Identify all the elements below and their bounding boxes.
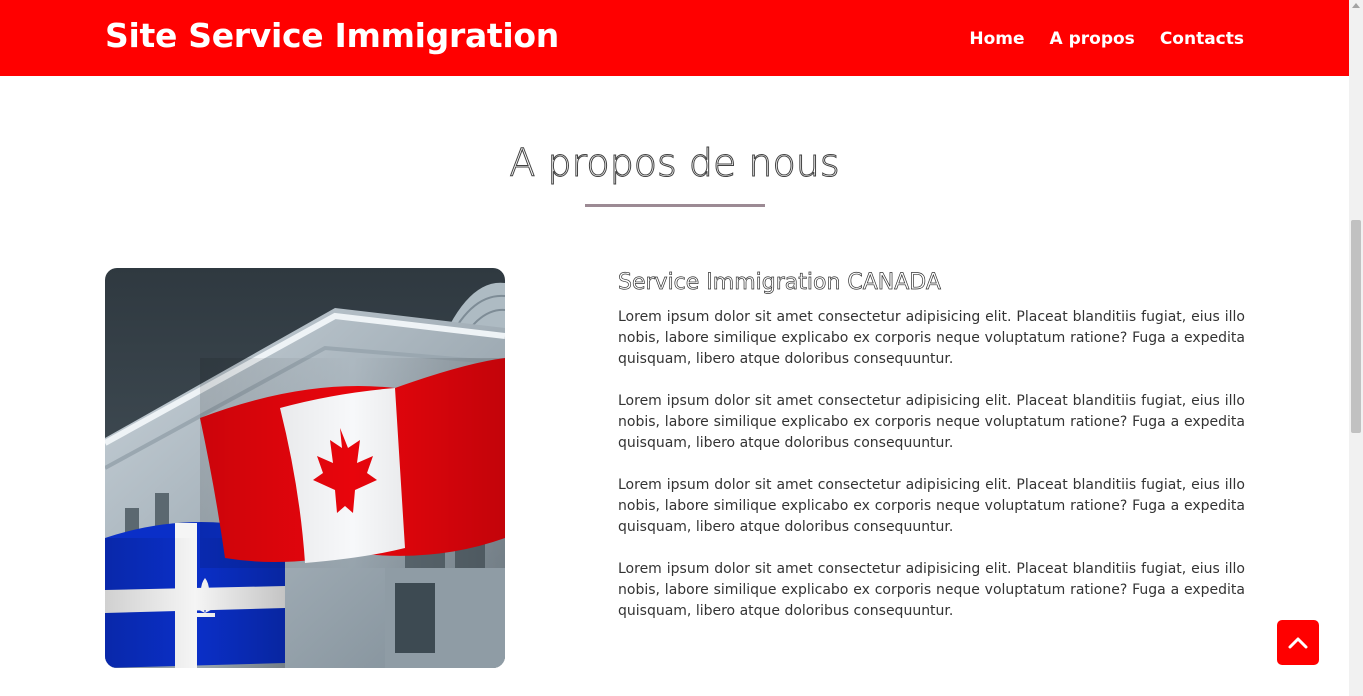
nav-a-propos-link[interactable]: A propos bbox=[1050, 29, 1135, 49]
section-title: A propos de nous bbox=[509, 141, 840, 186]
page-scrollbar[interactable] bbox=[1349, 0, 1363, 696]
about-paragraph-3: Lorem ipsum dolor sit amet consectetur a… bbox=[618, 477, 1245, 535]
main-nav: Home A propos Contacts bbox=[969, 29, 1244, 49]
site-brand-link[interactable]: Site Service Immigration bbox=[105, 16, 559, 55]
navbar: Site Service Immigration Home A propos C… bbox=[0, 0, 1349, 76]
nav-contacts-link[interactable]: Contacts bbox=[1160, 29, 1244, 49]
title-underline bbox=[585, 204, 765, 207]
scrollbar-thumb[interactable] bbox=[1351, 220, 1361, 433]
chevron-up-icon bbox=[1288, 637, 1308, 648]
back-to-top-button[interactable] bbox=[1277, 620, 1319, 665]
about-paragraph-1: Lorem ipsum dolor sit amet consectetur a… bbox=[618, 309, 1245, 367]
canada-quebec-flags-image bbox=[105, 268, 505, 668]
about-paragraph-2: Lorem ipsum dolor sit amet consectetur a… bbox=[618, 393, 1245, 451]
about-heading: Service Immigration CANADA bbox=[618, 270, 942, 296]
scroll-up-arrow-icon[interactable] bbox=[1352, 3, 1360, 8]
nav-home-link[interactable]: Home bbox=[969, 29, 1024, 49]
about-image bbox=[105, 268, 505, 668]
about-content: Service Immigration CANADA Lorem ipsum d… bbox=[618, 270, 1245, 643]
about-paragraph-4: Lorem ipsum dolor sit amet consectetur a… bbox=[618, 561, 1245, 619]
